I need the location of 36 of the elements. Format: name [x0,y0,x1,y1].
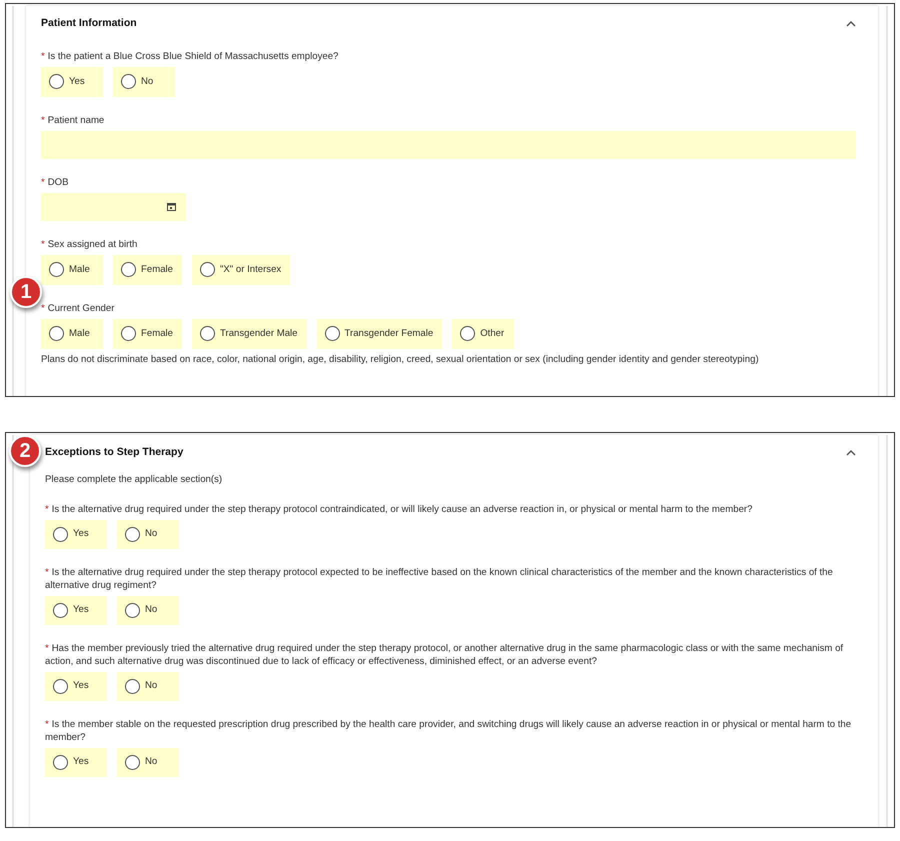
calendar-icon[interactable] [167,202,176,212]
radio-option[interactable]: Other [452,318,514,349]
radio-option[interactable]: No [117,672,179,701]
radio-option[interactable]: Transgender Female [316,318,442,349]
field-label: * Sex assigned at birth [41,238,138,251]
radio-option[interactable]: Female [113,254,182,285]
field-label: * DOB [41,176,70,189]
field-label: * Is the alternative drug required under the step therapy protocol expected to be ineffective based on the known clinical characteristics of the member and the known characteristics of the alternative drug regiment? [45,566,834,592]
field-label: * Current Gender [41,302,116,315]
instruction-text: Please complete the applicable section(s) [45,472,224,486]
radio-option[interactable]: Male [41,254,103,285]
radio-option[interactable]: Yes [45,748,107,777]
radio-option[interactable]: Transgender Male [192,318,306,349]
collapse-icon[interactable] [846,20,856,28]
radio-option[interactable]: No [117,596,179,625]
radio-option[interactable]: Yes [41,66,103,97]
radio-option[interactable]: No [117,748,179,777]
disclaimer-text: Plans do not discriminate based on race, color, national origin, age, disability, religion, creed, sexual orientation or sex (including gender identity and gender stereotyping) [41,352,760,366]
section-title: Patient Information [41,16,137,31]
radio-option[interactable]: Yes [45,596,107,625]
radio-option[interactable]: Yes [45,520,107,549]
date-input-field[interactable] [41,192,186,221]
section-title: Exceptions to Step Therapy [45,445,184,460]
collapse-icon[interactable] [846,449,856,456]
field-label: * Is the alternative drug required under the step therapy protocol contraindicated, or will likely cause an adverse reaction in, or physical or mental harm to the member? [45,502,754,516]
field-label: * Patient name [41,114,106,127]
radio-option[interactable]: Male [41,318,103,349]
radio-option[interactable]: Female [113,318,182,349]
radio-option[interactable]: No [113,66,175,97]
radio-option[interactable]: No [117,520,179,549]
field-label: * Has the member previously tried the alternative drug required under the step therapy protocol, or another alternative drug in the same pharmacologic class or with the same mechanism of action, and such alternative drug was discontinued due to lack of efficacy or effectiveness, diminished effect, or an adverse event? [45,642,844,668]
radio-option[interactable]: "X" or Intersex [192,254,290,285]
field-label: * Is the patient a Blue Cross Blue Shield of Massachusetts employee? [41,50,340,63]
radio-option[interactable]: Yes [45,672,107,701]
text-input-field[interactable] [41,130,856,159]
field-label: * Is the member stable on the requested prescription drug prescribed by the health care provider, and switching drugs will likely cause an adverse reaction in or physical or mental harm to the member? [45,718,852,744]
